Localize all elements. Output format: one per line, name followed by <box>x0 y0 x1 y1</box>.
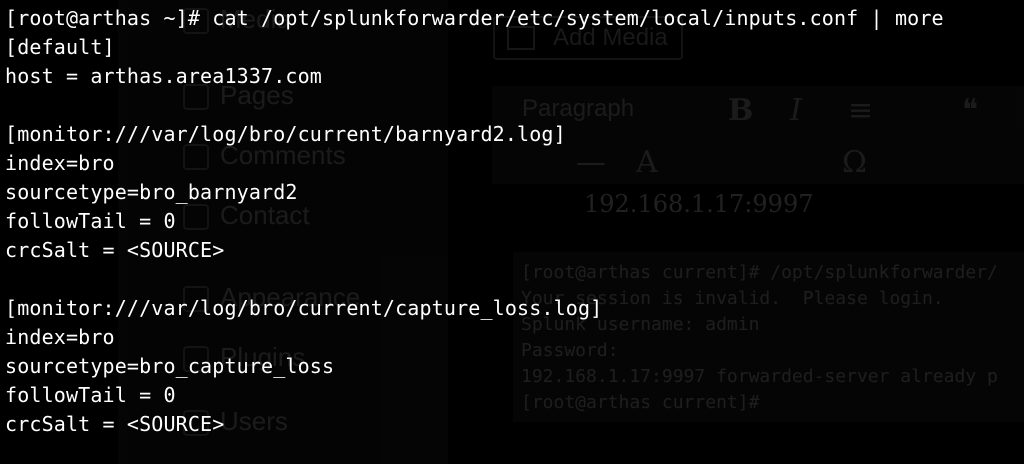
command-prompt-line: [root@arthas ~]# cat /opt/splunkforwarde… <box>5 6 944 30</box>
config-line: followTail = 0 <box>5 209 176 233</box>
config-line: sourcetype=bro_capture_loss <box>5 354 335 378</box>
config-line: crcSalt = <SOURCE> <box>5 412 225 436</box>
config-section-header: [monitor:///var/log/bro/current/capture_… <box>5 296 603 320</box>
config-line: sourcetype=bro_barnyard2 <box>5 180 298 204</box>
config-section-header: [monitor:///var/log/bro/current/barnyard… <box>5 122 566 146</box>
config-section-header: [default] <box>5 35 115 59</box>
config-line: index=bro <box>5 151 115 175</box>
terminal-window[interactable]: [root@arthas ~]# cat /opt/splunkforwarde… <box>0 0 1024 464</box>
config-line: index=bro <box>5 325 115 349</box>
config-line: followTail = 0 <box>5 383 176 407</box>
config-line: crcSalt = <SOURCE> <box>5 238 225 262</box>
screenshot: Media Pages Comments Contact Appearance … <box>0 0 1024 464</box>
config-line: host = arthas.area1337.com <box>5 64 322 88</box>
